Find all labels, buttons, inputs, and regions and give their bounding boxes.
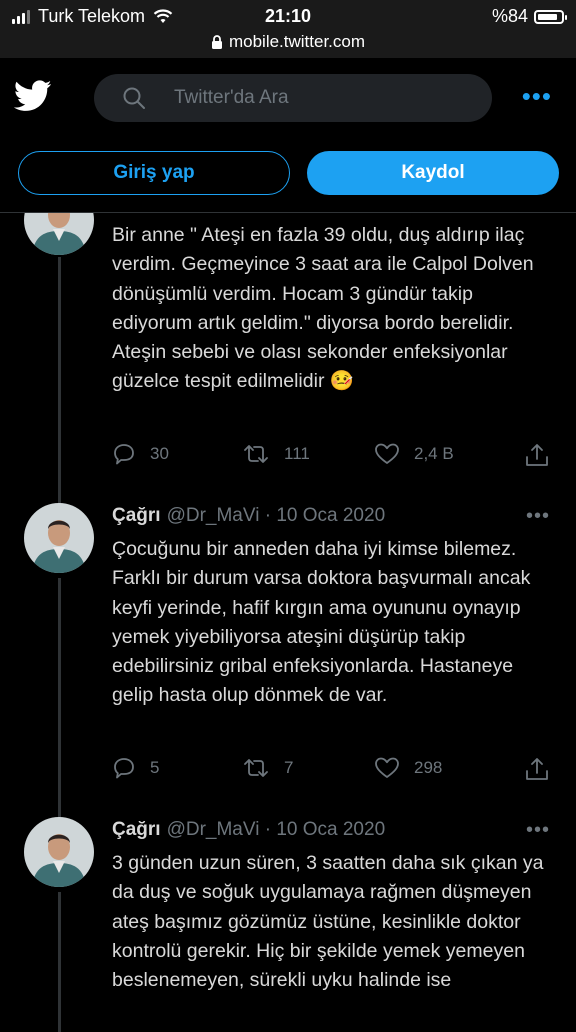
author-name[interactable]: Çağrı [112,819,161,840]
like-button[interactable]: 298 [374,756,442,780]
like-count: 298 [414,758,443,777]
thread-line [58,578,61,828]
signup-button[interactable]: Kaydol [307,151,559,195]
tweet-more-icon[interactable]: ••• [526,505,550,528]
lock-icon [211,35,222,49]
retweet-button[interactable]: 7 [242,756,293,780]
tweet-text: Çocuğunu bir anneden daha iyi kimse bile… [112,538,531,707]
avatar-photo [24,503,94,573]
auth-bar: Giriş yap Kaydol [0,140,576,213]
author-handle[interactable]: @Dr_MaVi [167,819,260,840]
tweet-actions: 5 7 298 [112,756,552,786]
tweet-date[interactable]: 10 Oca 2020 [276,505,385,526]
twitter-bird-icon[interactable] [14,80,52,112]
share-icon [526,758,548,780]
status-bar: Turk Telekom 21:10 %84 mobile.twitter.co… [0,0,576,58]
top-bar: ••• [0,58,576,140]
retweet-icon [244,759,268,777]
like-count: 2,4 B [414,444,454,463]
battery-percent: %84 [491,6,528,26]
avatar-photo [24,817,94,887]
reply-count: 30 [150,444,169,463]
share-icon [526,444,548,466]
avatar[interactable] [24,503,94,573]
status-right: %84 [491,6,567,27]
search-icon [123,87,145,109]
tweet-2[interactable]: Çağrı @Dr_MaVi · 10 Oca 2020 ••• Çocuğunu… [0,488,576,828]
like-icon [375,757,399,778]
tweet-1[interactable]: Bir anne " Ateşi en fazla 39 oldu, duş a… [0,213,576,515]
tweet-text: Bir anne " Ateşi en fazla 39 oldu, duş a… [112,224,534,393]
search-input[interactable] [172,86,476,110]
retweet-count: 111 [284,444,310,463]
tweet-date[interactable]: 10 Oca 2020 [276,819,385,840]
login-button[interactable]: Giriş yap [18,151,290,195]
retweet-icon [244,445,268,463]
tweet-more-icon[interactable]: ••• [526,819,550,842]
battery-icon [534,9,567,24]
avatar[interactable] [24,817,94,887]
author-name[interactable]: Çağrı [112,505,161,526]
author-handle[interactable]: @Dr_MaVi [167,505,260,526]
tweet-header: Çağrı @Dr_MaVi · 10 Oca 2020 [112,505,385,527]
like-button[interactable]: 2,4 B [374,442,454,466]
thread-line [58,892,61,1032]
tweet-header: Çağrı @Dr_MaVi · 10 Oca 2020 [112,819,385,841]
reply-count: 5 [150,758,160,777]
reply-icon [114,444,134,465]
tweet-actions: 30 111 2,4 B [112,442,552,472]
tweet-text: 3 günden uzun süren, 3 saatten daha sık … [112,852,544,992]
url-bar[interactable]: mobile.twitter.com [0,32,576,52]
more-options-icon[interactable]: ••• [522,83,552,109]
share-button[interactable] [524,442,550,468]
separator: · [264,505,272,526]
like-icon [375,443,399,464]
clock: 21:10 [264,6,312,26]
tweet-3[interactable]: Çağrı @Dr_MaVi · 10 Oca 2020 ••• 3 günden… [0,802,576,1032]
share-button[interactable] [524,756,550,782]
reply-icon [114,758,134,779]
search-box[interactable] [94,74,492,122]
url-text: mobile.twitter.com [228,32,366,51]
reply-button[interactable]: 30 [112,442,169,466]
separator: · [264,819,272,840]
thread-line [58,257,61,515]
reply-button[interactable]: 5 [112,756,159,780]
retweet-count: 7 [284,758,294,777]
retweet-button[interactable]: 111 [242,442,310,466]
